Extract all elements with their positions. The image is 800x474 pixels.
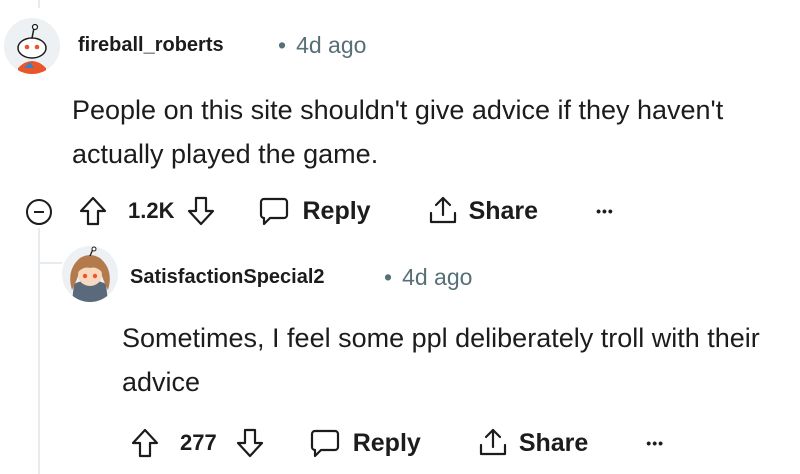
share-label: Share: [518, 428, 589, 457]
avatar[interactable]: [62, 246, 118, 302]
share-button[interactable]: Share: [427, 195, 538, 227]
vote-count: 277: [180, 430, 217, 455]
anime-girl-avatar-icon: [62, 246, 118, 302]
reply-label: Reply: [302, 196, 371, 225]
upvote-button[interactable]: [78, 195, 118, 227]
downvote-arrow-icon: [236, 428, 263, 458]
more-label: •••: [646, 435, 665, 451]
comment-body: People on this site shouldn't give advic…: [72, 95, 724, 169]
reply-label: Reply: [352, 428, 421, 457]
comment-actions: 1.2K Reply Share •••: [78, 191, 614, 231]
comment-meta: • 4d ago: [278, 32, 366, 59]
share-label: Share: [468, 196, 539, 225]
thread-line-vertical: [38, 228, 40, 474]
meta-separator: •: [278, 32, 287, 58]
more-options-button[interactable]: •••: [596, 203, 614, 219]
upvote-arrow-icon: [79, 196, 107, 226]
speech-bubble-icon: [310, 429, 339, 458]
speech-bubble-icon: [260, 197, 289, 226]
share-icon: [479, 428, 506, 456]
comment-body: Sometimes, I feel some ppl deliberately …: [122, 323, 760, 397]
thread-line-branch: [38, 262, 62, 264]
reply-button[interactable]: Reply: [309, 427, 421, 459]
downvote-button[interactable]: [186, 195, 216, 227]
upvote-arrow-icon: [131, 428, 159, 458]
meta-separator: •: [384, 264, 393, 290]
comment-author[interactable]: fireball_roberts: [78, 34, 224, 57]
comment-actions: 277 Reply Share •••: [130, 423, 664, 463]
collapse-thread-button[interactable]: [26, 199, 52, 225]
reply-button[interactable]: Reply: [258, 195, 371, 227]
comment-author[interactable]: SatisfactionSpecial2: [130, 266, 325, 289]
more-options-button[interactable]: •••: [646, 435, 664, 451]
downvote-button[interactable]: [235, 427, 265, 459]
thread-line-top: [38, 0, 40, 8]
vote-count: 1.2K: [128, 198, 175, 223]
more-label: •••: [596, 203, 614, 219]
comment-timestamp[interactable]: 4d ago: [296, 32, 366, 58]
downvote-arrow-icon: [188, 196, 215, 226]
snoo-avatar-icon: [4, 18, 60, 74]
comment-timestamp[interactable]: 4d ago: [402, 264, 472, 290]
share-button[interactable]: Share: [477, 427, 588, 459]
comment-meta: • 4d ago: [384, 264, 472, 291]
upvote-button[interactable]: [130, 427, 170, 459]
avatar[interactable]: [4, 18, 60, 74]
share-icon: [429, 196, 456, 224]
